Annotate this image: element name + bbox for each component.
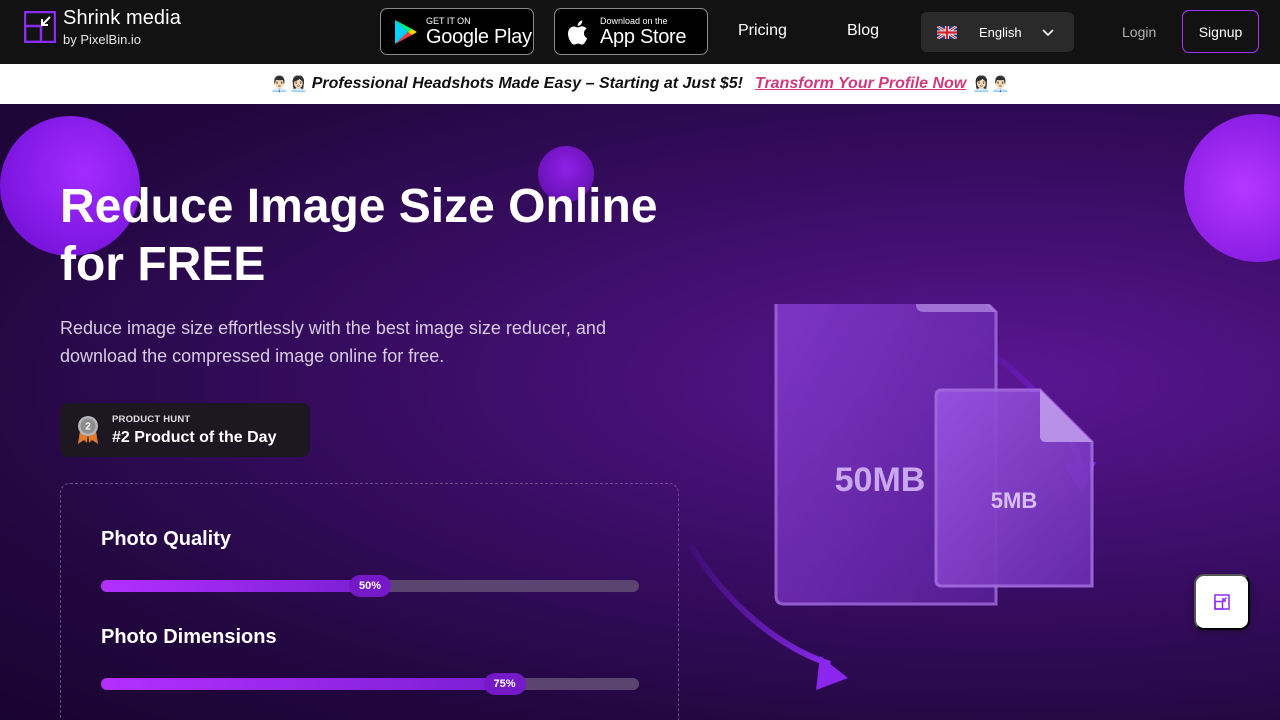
nav-pricing-link[interactable]: Pricing bbox=[738, 22, 787, 40]
chevron-down-icon bbox=[1042, 29, 1054, 37]
medal-icon: 2 bbox=[78, 416, 98, 444]
top-navbar: Shrink media by PixelBin.io GET IT ON Go… bbox=[0, 0, 1280, 64]
shrink-logo-icon bbox=[24, 11, 56, 43]
promo-emoji-right: 👩🏻‍💼👨🏻‍💼 bbox=[972, 75, 1010, 93]
slider-fill bbox=[101, 580, 370, 592]
promo-banner: 👨🏻‍💼👩🏻‍💼 Professional Headshots Made Eas… bbox=[0, 64, 1280, 104]
page-title: Reduce Image Size Online for FREE bbox=[60, 180, 658, 291]
product-hunt-badge[interactable]: 2 PRODUCT HUNT #2 Product of the Day bbox=[60, 403, 310, 457]
slider-handle[interactable]: 75% bbox=[483, 673, 526, 695]
google-play-icon bbox=[395, 19, 417, 44]
brand-logo[interactable]: Shrink media by PixelBin.io bbox=[24, 8, 181, 46]
large-file-size: 50MB bbox=[835, 461, 926, 499]
language-label: English bbox=[979, 24, 1022, 40]
brand-name: Shrink media bbox=[63, 7, 181, 29]
promo-text: Professional Headshots Made Easy – Start… bbox=[311, 75, 743, 92]
slider-handle[interactable]: 50% bbox=[349, 575, 391, 597]
signup-button[interactable]: Signup bbox=[1182, 10, 1259, 53]
login-link[interactable]: Login bbox=[1122, 24, 1156, 40]
promo-cta-link[interactable]: Transform Your Profile Now bbox=[755, 75, 966, 93]
app-store-label: App Store bbox=[600, 25, 687, 48]
google-play-label: Google Play bbox=[426, 25, 532, 48]
app-store-button[interactable]: Download on the App Store bbox=[554, 8, 708, 55]
medal-rank: 2 bbox=[85, 422, 91, 433]
google-play-small-text: GET IT ON bbox=[426, 15, 471, 26]
language-selector[interactable]: English bbox=[921, 12, 1074, 52]
photo-quality-title: Photo Quality bbox=[101, 528, 231, 550]
slider-fill bbox=[101, 678, 505, 690]
shrink-logo-icon bbox=[1214, 594, 1230, 610]
photo-quality-slider[interactable]: 50% bbox=[101, 575, 639, 597]
decorative-orb bbox=[1184, 114, 1280, 262]
small-file-size: 5MB bbox=[991, 488, 1037, 513]
apple-icon bbox=[568, 20, 588, 45]
hero-description: Reduce image size effortlessly with the … bbox=[60, 318, 606, 366]
photo-dimensions-slider[interactable]: 75% bbox=[101, 673, 639, 695]
promo-emoji-left: 👨🏻‍💼👩🏻‍💼 bbox=[270, 75, 308, 93]
hero-section: Reduce Image Size Online for FREE Reduce… bbox=[0, 104, 1280, 720]
product-hunt-rank: #2 Product of the Day bbox=[112, 429, 277, 446]
google-play-button[interactable]: GET IT ON Google Play bbox=[380, 8, 534, 55]
compression-illustration: 50MB 5MB bbox=[687, 304, 1096, 690]
brand-subtitle: by PixelBin.io bbox=[63, 32, 142, 47]
product-hunt-label: PRODUCT HUNT bbox=[112, 414, 191, 425]
app-store-small-text: Download on the bbox=[600, 15, 668, 26]
settings-panel: Photo Quality 50% Photo Dimensions 75% bbox=[60, 483, 679, 720]
nav-blog-link[interactable]: Blog bbox=[847, 22, 879, 40]
uk-flag-icon bbox=[937, 25, 957, 39]
photo-dimensions-title: Photo Dimensions bbox=[101, 626, 277, 648]
floating-action-button[interactable] bbox=[1194, 574, 1250, 630]
